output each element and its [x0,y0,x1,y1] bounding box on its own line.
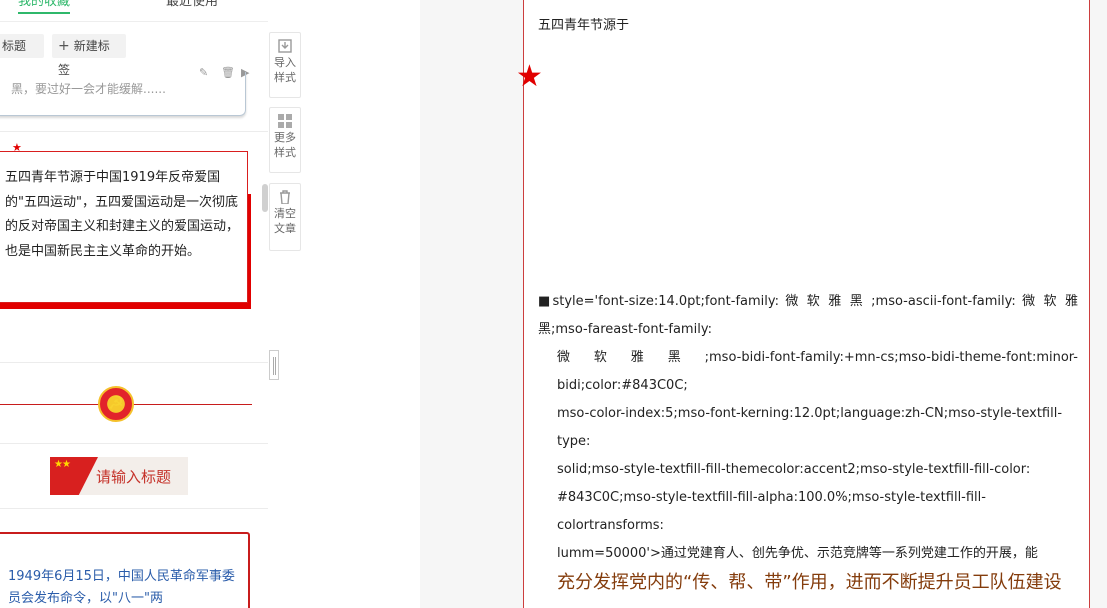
tab-recent[interactable]: 最近使用 [166,0,218,10]
style-card-1[interactable]: 黑，要过好一会才能缓解...... [0,72,246,116]
more-styles-button[interactable]: 更多 样式 [269,107,301,173]
style-library-panel: 我的收藏 最近使用 标题 + 新建标签 ✎ 🗑 ▶ 黑，要过好一会才能缓解....… [0,0,268,608]
side-toolbar: 导入 样式 更多 样式 清空 文章 [269,0,303,608]
divider [0,443,268,444]
editor-margin-right [1090,0,1107,608]
title-placeholder: 请输入标题 [96,468,172,486]
title-style-card[interactable]: ★★ 请输入标题 [50,457,188,495]
editor-first-line: 五四青年节源于 [538,18,630,33]
import-style-button[interactable]: 导入 样式 [269,32,301,98]
code-line: 微 软 雅 黑 ;mso-bidi-font-family:+mn-cs;mso… [557,350,1078,393]
new-tag-button[interactable]: + 新建标签 [52,34,126,77]
divider [0,362,268,363]
card3-text: 1949年6月15日，中国人民革命军事委员会发布命令，以"八一"两 [8,569,235,606]
tab-favorites[interactable]: 我的收藏 [18,0,71,14]
code-line: solid;mso-style-textfill-fill-themecolor… [557,462,1031,477]
code-line: #843C0C;mso-style-textfill-fill-alpha:10… [557,490,986,533]
card1-text: 黑，要过好一会才能缓解...... [11,82,166,96]
tag-title[interactable]: 标题 [0,34,44,58]
article-editor[interactable]: 五四青年节源于 ★ ■style='font-size:14.0pt;font-… [516,0,1090,608]
panel-resize-handle[interactable] [269,350,279,380]
editor-body: ■style='font-size:14.0pt;font-family: 微 … [538,288,1078,598]
divider [0,508,268,509]
divider [0,131,268,132]
panel-tabs: 我的收藏 最近使用 [0,0,268,22]
flag-icon: ★★ [50,457,98,495]
card2-text: 五四青年节源于中国1919年反帝爱国的"五四运动"，五四爱国运动是一次彻底的反对… [5,170,240,259]
code-line: lumm=50000'>通过党建育人、创先争优、示范竞牌等一系列党建工作的开展，… [557,546,1038,561]
grid-icon [278,114,292,128]
code-line: ■style='font-size:14.0pt;font-family: 微 … [538,294,1078,337]
clear-label: 清空 文章 [274,207,296,235]
clear-article-button[interactable]: 清空 文章 [269,183,301,251]
import-icon [278,39,292,53]
code-line: mso-color-index:5;mso-font-kerning:12.0p… [557,406,1063,449]
plus-icon: + [58,38,70,54]
star-icon: ★ [516,59,543,94]
editor-margin [420,0,524,608]
scrollbar-thumb[interactable] [262,184,268,212]
card2-shadow-bottom [0,303,251,309]
import-label: 导入 样式 [274,56,296,84]
highlight-text: 充分发挥党内的“传、帮、带”作用，进而不断提升员工队伍建设 [557,572,1062,593]
party-emblem-icon[interactable]: ☭ [98,386,134,422]
style-card-2[interactable]: 五四青年节源于中国1919年反帝爱国的"五四运动"，五四爱国运动是一次彻底的反对… [0,151,248,303]
style-card-3[interactable]: 1949年6月15日，中国人民革命军事委员会发布命令，以"八一"两 [0,532,250,608]
more-label: 更多 样式 [274,131,296,159]
trash-icon [280,190,290,204]
tag-bar: 标题 + 新建标签 [0,34,268,77]
